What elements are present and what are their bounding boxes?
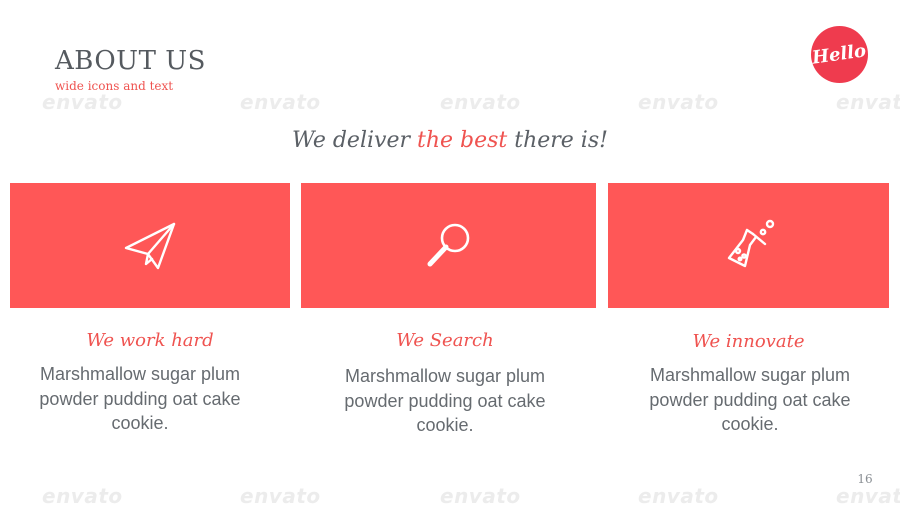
watermark: envato [836, 90, 900, 114]
slide: envato envato envato envato envato envat… [0, 0, 900, 508]
watermark: envato [440, 90, 521, 114]
watermark: envato [440, 484, 521, 508]
tagline: We deliver the best there is! [0, 126, 900, 156]
watermark: envato [42, 484, 123, 508]
magnifier-icon [427, 223, 469, 266]
feature-description: Marshmallow sugar plum powder pudding oa… [344, 366, 546, 435]
watermark: envato [638, 90, 719, 114]
page-number: 16 [857, 472, 873, 486]
feature-card-innovate [608, 183, 889, 308]
tagline-accent: the best [416, 128, 508, 153]
page-subtitle: wide icons and text [55, 79, 174, 93]
tagline-text: We deliver [292, 128, 417, 153]
watermark: envato [240, 90, 321, 114]
paper-plane-icon [124, 222, 176, 269]
feature-card-search [301, 183, 596, 308]
feature-description: Marshmallow sugar plum powder pudding oa… [39, 364, 241, 433]
watermark: envato [638, 484, 719, 508]
feature-card-work-hard [10, 183, 290, 308]
feature-description: Marshmallow sugar plum powder pudding oa… [649, 365, 851, 434]
page-title: ABOUT US [55, 46, 206, 76]
feature-title: We Search [396, 330, 494, 351]
flask-icon [727, 219, 774, 267]
logo-text: Hello [811, 40, 868, 69]
feature-title: We work hard [86, 330, 214, 351]
feature-title: We innovate [692, 331, 805, 352]
watermark: envato [836, 484, 900, 508]
hello-logo: Hello [811, 26, 868, 83]
watermark: envato [240, 484, 321, 508]
tagline-text-end: there is! [507, 128, 608, 153]
